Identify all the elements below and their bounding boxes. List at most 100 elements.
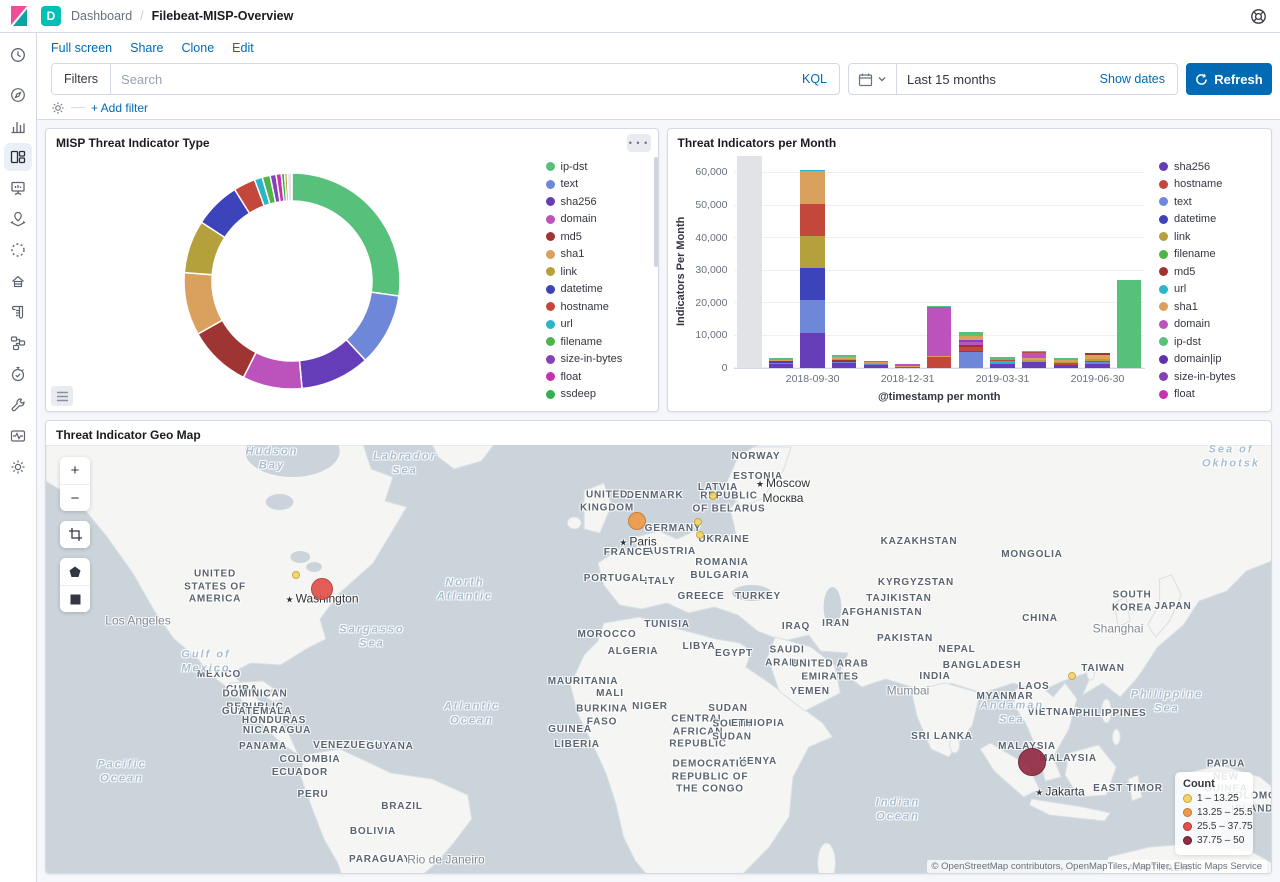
sidebar-item-visualize[interactable] [4,112,32,140]
legend-item-md5[interactable]: md5 [546,231,654,243]
legend-item-link[interactable]: link [1159,231,1267,243]
geo-point-marker[interactable] [709,492,717,500]
filters-button[interactable]: Filters [52,64,111,94]
full-screen-link[interactable]: Full screen [51,41,112,55]
draw-polygon-button[interactable] [60,558,90,585]
sidebar-item-canvas[interactable] [4,174,32,202]
stacked-bar-5[interactable] [895,364,919,368]
stacked-bar-1[interactable] [769,358,793,368]
kql-button[interactable]: KQL [790,64,839,94]
filter-options-gear-icon[interactable] [51,101,65,115]
stacked-bar-12[interactable] [1117,280,1141,368]
legend-item-md5[interactable]: md5 [1159,266,1267,278]
geo-point-marker[interactable] [1018,748,1046,776]
sidebar-item-logs[interactable] [4,298,32,326]
legend-item-sha1[interactable]: sha1 [1159,301,1267,313]
legend-item-domain|ip[interactable]: domain|ip [1159,353,1267,365]
legend-item-filename[interactable]: filename [546,336,654,348]
geo-point-marker[interactable] [292,571,300,579]
legend-item-size-in-bytes[interactable]: size-in-bytes [1159,371,1267,383]
legend-item-hostname[interactable]: hostname [546,301,654,313]
space-avatar[interactable]: D [41,6,61,26]
legend-item-url[interactable]: url [546,318,654,330]
kibana-logo[interactable] [0,0,37,32]
geo-point-marker[interactable] [696,531,704,539]
stacked-bar-3[interactable] [832,355,856,368]
bar-segment-sha256[interactable] [769,364,793,368]
help-button[interactable] [1244,2,1272,30]
sidebar-item-apm[interactable] [4,329,32,357]
clone-link[interactable]: Clone [182,41,215,55]
bar-segment-hostname[interactable] [895,367,919,368]
legend-item-url[interactable]: url [1159,283,1267,295]
zoom-in-button[interactable]: + [60,457,90,484]
donut-slice-ip-dst[interactable] [292,173,400,296]
bar-segment-datetime[interactable] [800,268,824,299]
legend-scrollbar[interactable] [654,157,658,267]
bar-segment-link[interactable] [800,236,824,268]
zoom-out-button[interactable]: − [60,484,90,511]
stacked-bar-2[interactable] [800,170,824,368]
legend-item-float[interactable]: float [1159,388,1267,400]
geo-point-marker[interactable] [1068,672,1076,680]
legend-item-domain[interactable]: domain [1159,318,1267,330]
bar-segment-ip-dst[interactable] [1117,280,1141,368]
sidebar-item-dashboard[interactable] [4,143,32,171]
stacked-bar-10[interactable] [1054,358,1078,368]
legend-item-ip-dst[interactable]: ip-dst [1159,336,1267,348]
bar-segment-sha1[interactable] [800,171,824,203]
bar-segment-sha256[interactable] [832,363,856,368]
sidebar-item-uptime[interactable] [4,360,32,388]
sidebar-item-metrics[interactable] [4,267,32,295]
stacked-bar-8[interactable] [990,357,1014,368]
calendar-button[interactable] [849,64,897,94]
share-link[interactable]: Share [130,41,163,55]
sidebar-item-maps[interactable] [4,205,32,233]
legend-item-sha512[interactable]: sha512 [546,406,654,408]
show-dates-button[interactable]: Show dates [1088,64,1177,94]
refresh-button[interactable]: Refresh [1186,63,1272,95]
donut-chart-svg[interactable] [176,165,408,397]
geo-point-marker[interactable] [311,578,333,600]
legend-item-domain[interactable]: domain [546,213,654,225]
legend-item-link[interactable]: link [546,266,654,278]
bar-segment-domain[interactable] [927,307,951,356]
sidebar-item-dev-tools[interactable] [4,391,32,419]
stacked-bar-9[interactable] [1022,351,1046,368]
legend-item-sha512[interactable]: sha512 [1159,406,1267,408]
legend-item-size-in-bytes[interactable]: size-in-bytes [546,353,654,365]
sidebar-item-stack-monitoring[interactable] [4,422,32,450]
breadcrumb-dashboard[interactable]: Dashboard [71,9,132,23]
geo-point-marker[interactable] [694,518,702,526]
legend-toggle-button[interactable] [51,386,73,406]
legend-item-sha256[interactable]: sha256 [546,196,654,208]
sidebar-item-discover[interactable] [4,81,32,109]
bar-segment-sha256[interactable] [800,333,824,368]
bar-segment-sha256[interactable] [1054,365,1078,368]
panel-options-button[interactable]: • • • [627,134,651,152]
time-range-value[interactable]: Last 15 months [897,64,1088,94]
legend-item-hostname[interactable]: hostname [1159,178,1267,190]
stacked-bar-11[interactable] [1085,353,1109,368]
geo-map[interactable]: + − [46,445,1271,873]
legend-item-datetime[interactable]: datetime [1159,213,1267,225]
bar-segment-sha256[interactable] [1022,362,1046,368]
search-input[interactable] [111,64,790,94]
sidebar-item-machine-learning[interactable] [4,236,32,264]
bar-segment-sha256[interactable] [864,365,888,368]
stacked-bar-6[interactable] [927,306,951,368]
stacked-bar-7[interactable] [959,332,983,368]
geo-point-marker[interactable] [628,512,646,530]
add-filter-button[interactable]: + Add filter [91,101,148,115]
bar-segment-hostname[interactable] [927,357,951,368]
legend-item-text[interactable]: text [1159,196,1267,208]
legend-item-ip-dst[interactable]: ip-dst [546,161,654,173]
stacked-bar-0[interactable] [737,156,761,368]
bar-segment-text[interactable] [800,300,824,334]
bar-segment-text[interactable] [959,352,983,368]
legend-item-ssdeep[interactable]: ssdeep [546,388,654,400]
legend-item-float[interactable]: float [546,371,654,383]
legend-item-text[interactable]: text [546,178,654,190]
bar-plot-area[interactable]: 010,00020,00030,00040,00050,00060,000 [734,157,1146,369]
bar-segment-sha256[interactable] [990,364,1014,368]
